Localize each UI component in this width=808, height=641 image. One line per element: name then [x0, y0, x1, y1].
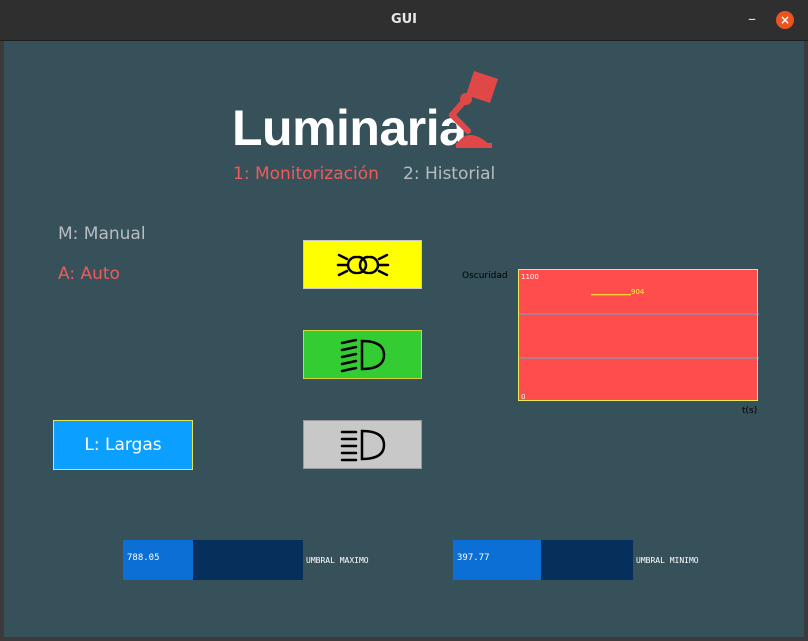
- window-title: GUI: [390, 12, 418, 27]
- minimize-button[interactable]: –: [742, 8, 762, 30]
- darkness-chart: 1100 0 904: [518, 269, 759, 401]
- mode-auto[interactable]: A: Auto: [58, 264, 120, 284]
- largas-mode-button[interactable]: L: Largas: [53, 420, 193, 470]
- app-logo-text: Luminaria: [232, 100, 467, 156]
- high-beam-icon: [340, 429, 385, 461]
- low-beam-icon: [340, 338, 385, 372]
- desk-lamp-icon: [449, 71, 498, 148]
- threshold-max-label: UMBRAL MAXIMO: [306, 556, 369, 565]
- chart-data-label: 904: [631, 288, 645, 296]
- low-beam-button[interactable]: [303, 330, 422, 379]
- mode-manual[interactable]: M: Manual: [58, 224, 146, 244]
- chart-ytick-label: 1100: [521, 273, 539, 281]
- chart-ylabel: Oscuridad: [462, 271, 508, 281]
- chart-ytick-label: 0: [521, 393, 525, 401]
- app-window: Luminaria 1: Monitorización 2: Historial…: [4, 41, 804, 637]
- threshold-min-value: 397.77: [457, 553, 490, 563]
- tab-monitorizacion[interactable]: 1: Monitorización: [233, 164, 379, 184]
- threshold-max-slider[interactable]: 788.05: [123, 540, 303, 580]
- position-lights-button[interactable]: [303, 240, 422, 289]
- title-bar[interactable]: GUI – ×: [0, 0, 808, 41]
- chart-xlabel: t(s): [742, 406, 758, 416]
- threshold-min-label: UMBRAL MINIMO: [636, 556, 699, 565]
- threshold-min-slider[interactable]: 397.77: [453, 540, 633, 580]
- threshold-max-value: 788.05: [127, 553, 160, 563]
- tab-historial[interactable]: 2: Historial: [403, 164, 495, 184]
- close-button[interactable]: ×: [776, 11, 794, 29]
- high-beam-button[interactable]: [303, 420, 422, 469]
- position-lights-icon: [336, 253, 389, 276]
- chart-svg: 1100 0 904: [519, 273, 759, 401]
